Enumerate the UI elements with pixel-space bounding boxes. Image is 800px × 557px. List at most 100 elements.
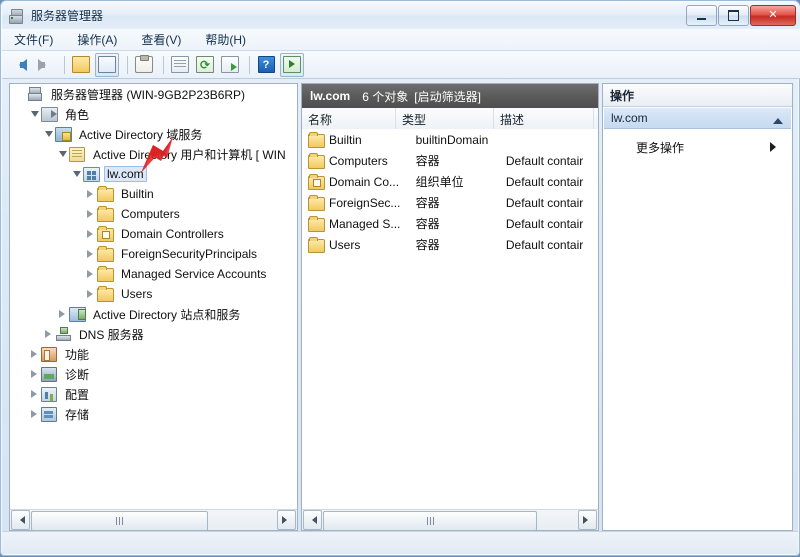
tree-view[interactable]: 服务器管理器 (WIN-9GB2P23B6RP) 角色 Active Directo… [10, 84, 297, 509]
list-horizontal-scrollbar[interactable] [302, 509, 598, 531]
table-row[interactable]: Users 容器 Default contair [302, 234, 598, 255]
chevron-down-icon[interactable] [28, 104, 41, 124]
list-view-icon[interactable] [169, 54, 191, 76]
tree-node[interactable]: Active Directory 域服务 [10, 124, 297, 144]
tree-node[interactable]: 服务器管理器 (WIN-9GB2P23B6RP) [10, 84, 297, 104]
table-row[interactable]: Computers 容器 Default contair [302, 150, 598, 171]
chevron-right-icon[interactable] [84, 204, 97, 224]
title-bar[interactable]: 服务器管理器 ✕ [2, 2, 800, 29]
tree-node[interactable]: DNS 服务器 [10, 324, 297, 344]
tree-node[interactable]: 诊断 [10, 364, 297, 384]
list-scroll-thumb[interactable] [323, 511, 537, 531]
aduc-icon [69, 146, 86, 162]
menu-action[interactable]: 操作(A) [77, 29, 129, 50]
up-folder-icon[interactable] [70, 54, 92, 76]
folder-icon [308, 131, 325, 148]
tree-node[interactable]: lw.com [10, 164, 297, 184]
list-scroll-left-button[interactable] [303, 510, 322, 530]
tree-node[interactable]: 角色 [10, 104, 297, 124]
tree-node[interactable]: Domain Controllers [10, 224, 297, 244]
folder-icon [308, 152, 325, 169]
ou-folder-icon [308, 173, 325, 190]
properties-icon[interactable] [133, 54, 155, 76]
minimize-button[interactable] [686, 5, 717, 26]
chevron-right-icon[interactable] [84, 184, 97, 204]
folder-icon [97, 286, 114, 302]
tree-node-label: Active Directory 域服务 [79, 127, 203, 142]
ad-sites-icon [69, 306, 86, 322]
chevron-up-icon[interactable] [773, 113, 783, 124]
column-name[interactable]: 名称 [302, 108, 396, 129]
domain-icon [83, 166, 100, 182]
tree-node[interactable]: Builtin [10, 184, 297, 204]
chevron-down-icon[interactable] [70, 164, 83, 184]
chevron-down-icon[interactable] [56, 144, 69, 164]
cell-name: Computers [329, 153, 388, 168]
list-scroll-track[interactable] [323, 511, 577, 531]
action-group-label: lw.com [611, 111, 648, 125]
tree-node-label: 诊断 [65, 367, 90, 382]
toolbar: ⟳ ? [2, 51, 800, 79]
tree-scroll-right-button[interactable] [277, 510, 296, 530]
tree-scroll-left-button[interactable] [11, 510, 30, 530]
action-group-lwcom[interactable]: lw.com [604, 107, 791, 129]
table-row[interactable]: Builtin builtinDomain [302, 129, 598, 150]
chevron-right-icon [770, 142, 781, 152]
cell-name: Managed S... [329, 216, 401, 231]
column-type[interactable]: 类型 [396, 108, 494, 129]
chevron-right-icon[interactable] [28, 404, 41, 424]
server-manager-icon [8, 8, 26, 24]
cell-type: 容器 [415, 196, 440, 210]
menu-help[interactable]: 帮助(H) [205, 29, 258, 50]
chevron-right-icon[interactable] [56, 304, 69, 324]
actions-header: 操作 [603, 84, 792, 107]
tree-scroll-thumb[interactable] [31, 511, 208, 531]
tree-node[interactable]: ForeignSecurityPrincipals [10, 244, 297, 264]
tree-node[interactable]: 配置 [10, 384, 297, 404]
cell-description: Default contair [505, 216, 584, 231]
close-button[interactable]: ✕ [750, 5, 796, 26]
chevron-right-icon[interactable] [84, 264, 97, 284]
tree-node[interactable]: Active Directory 站点和服务 [10, 304, 297, 324]
table-row[interactable]: Managed S... 容器 Default contair [302, 213, 598, 234]
chevron-right-icon[interactable] [84, 244, 97, 264]
chevron-right-icon[interactable] [28, 384, 41, 404]
tree-node[interactable]: Managed Service Accounts [10, 264, 297, 284]
tree-scroll-track[interactable] [31, 511, 276, 531]
list-rows[interactable]: Builtin builtinDomain Computers 容器 Default c… [302, 129, 598, 509]
chevron-right-icon[interactable] [28, 364, 41, 384]
chevron-right-icon[interactable] [84, 284, 97, 304]
tree-node[interactable]: 存储 [10, 404, 297, 424]
chevron-right-icon[interactable] [42, 324, 55, 344]
chevron-right-icon[interactable] [28, 344, 41, 364]
configuration-icon [41, 386, 58, 402]
tree-node-label: DNS 服务器 [79, 327, 144, 342]
menu-bar: 文件(F) 操作(A) 查看(V) 帮助(H) [2, 29, 800, 51]
menu-view[interactable]: 查看(V) [141, 29, 193, 50]
tree-node[interactable]: Computers [10, 204, 297, 224]
ad-ds-icon [55, 126, 72, 142]
refresh-icon[interactable]: ⟳ [194, 54, 216, 76]
action-item-more-actions[interactable]: 更多操作 [604, 137, 791, 157]
chevron-right-icon[interactable] [84, 224, 97, 244]
menu-file[interactable]: 文件(F) [14, 29, 65, 50]
tree-horizontal-scrollbar[interactable] [10, 509, 297, 531]
forward-arrow-icon[interactable] [34, 54, 56, 76]
export-list-icon[interactable] [219, 54, 241, 76]
tree-node[interactable]: Users [10, 284, 297, 304]
column-description[interactable]: 描述 [494, 108, 594, 129]
chevron-down-icon[interactable] [42, 124, 55, 144]
table-row[interactable]: Domain Co... 组织单位 Default contair [302, 171, 598, 192]
help-icon[interactable]: ? [255, 54, 277, 76]
back-arrow-icon[interactable] [9, 54, 31, 76]
list-filter-label: [启动筛选器] [414, 89, 481, 104]
table-row[interactable]: ForeignSec... 容器 Default contair [302, 192, 598, 213]
list-scroll-right-button[interactable] [578, 510, 597, 530]
show-tree-icon[interactable] [95, 52, 119, 77]
cell-description: Default contair [505, 174, 584, 189]
folder-icon [97, 206, 114, 222]
maximize-button[interactable] [718, 5, 749, 26]
tree-node[interactable]: 功能 [10, 344, 297, 364]
tree-node[interactable]: Active Directory 用户和计算机 [ WIN [10, 144, 297, 164]
show-action-pane-icon[interactable] [280, 52, 304, 77]
